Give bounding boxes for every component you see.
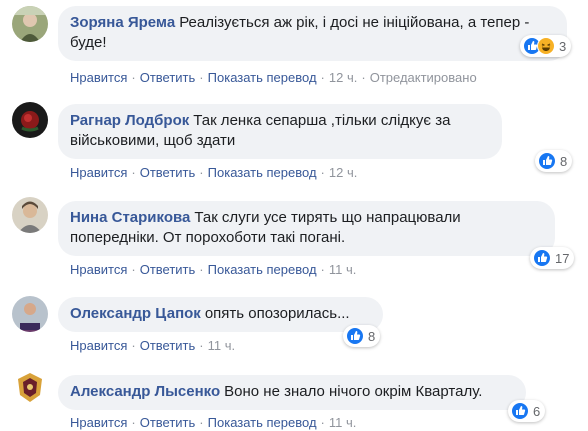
reply-button[interactable]: Ответить: [140, 262, 196, 277]
like-icon: [538, 152, 556, 170]
reaction-summary[interactable]: 8: [535, 150, 573, 172]
reaction-summary[interactable]: 3: [520, 35, 572, 57]
comment-author[interactable]: Нина Старикова: [70, 209, 190, 226]
like-button[interactable]: Нравится: [70, 338, 127, 353]
like-icon: [346, 327, 364, 345]
comment-author[interactable]: Рагнар Лодброк: [70, 112, 189, 129]
like-icon: [511, 402, 529, 420]
comment-bubble: Олександр Цапок опять опозорилась...: [58, 297, 383, 332]
translate-button[interactable]: Показать перевод: [208, 165, 317, 180]
avatar[interactable]: [12, 102, 48, 138]
reply-button[interactable]: Ответить: [140, 165, 196, 180]
avatar[interactable]: [12, 6, 48, 42]
timestamp[interactable]: 11 ч.: [208, 338, 236, 353]
comment-text: Воно не знало нічого окрім Кварталу.: [224, 383, 483, 400]
comment-bubble: Нина Старикова Так слуги усе тирять що на…: [58, 201, 555, 256]
translate-button[interactable]: Показать перевод: [208, 415, 317, 430]
like-button[interactable]: Нравится: [70, 70, 127, 85]
reaction-count: 17: [555, 250, 570, 266]
edited-label[interactable]: Отредактировано: [370, 70, 477, 85]
comment-actions: Нравится · Ответить · Показать перевод · 11 ч.: [70, 415, 357, 430]
comment-author[interactable]: Зоряна Ярема: [70, 14, 175, 31]
comment-bubble: Александр Лысенко Воно не знало нічого ок…: [58, 375, 526, 410]
translate-button[interactable]: Показать перевод: [208, 262, 317, 277]
reaction-summary[interactable]: 8: [343, 325, 381, 347]
timestamp[interactable]: 11 ч.: [329, 415, 357, 430]
comment-actions: Нравится · Ответить · Показать перевод · 12 ч.…: [70, 70, 477, 85]
comment-bubble: Зоряна Ярема Реалізується аж рік, і досі …: [58, 6, 567, 61]
comment-actions: Нравится · Ответить · 11 ч.: [70, 338, 236, 353]
reaction-count: 6: [533, 403, 541, 419]
timestamp[interactable]: 12 ч.: [329, 165, 357, 180]
like-button[interactable]: Нравится: [70, 165, 127, 180]
comments-thread: Зоряна Ярема Реалізується аж рік, і досі …: [0, 0, 588, 431]
reply-button[interactable]: Ответить: [140, 338, 196, 353]
timestamp[interactable]: 12 ч.: [329, 70, 357, 85]
reaction-count: 8: [560, 153, 568, 169]
comment-actions: Нравится · Ответить · Показать перевод · 12 ч.: [70, 165, 358, 180]
comment-bubble: Рагнар Лодброк Так ленка сепарша ,тільки …: [58, 104, 502, 159]
avatar[interactable]: [12, 369, 48, 405]
avatar[interactable]: [12, 197, 48, 233]
haha-icon: [537, 37, 555, 55]
reaction-count: 3: [559, 38, 567, 54]
comment-author[interactable]: Александр Лысенко: [70, 383, 220, 400]
comment-author[interactable]: Олександр Цапок: [70, 305, 201, 322]
avatar[interactable]: [12, 296, 48, 332]
reply-button[interactable]: Ответить: [140, 415, 196, 430]
reply-button[interactable]: Ответить: [140, 70, 196, 85]
reaction-summary[interactable]: 17: [530, 247, 575, 269]
reaction-summary[interactable]: 6: [508, 400, 546, 422]
like-icon: [533, 249, 551, 267]
reaction-count: 8: [368, 328, 376, 344]
comment-text: опять опозорилась...: [204, 305, 350, 322]
comment-actions: Нравится · Ответить · Показать перевод · 11 ч.: [70, 262, 357, 277]
translate-button[interactable]: Показать перевод: [208, 70, 317, 85]
like-button[interactable]: Нравится: [70, 262, 127, 277]
timestamp[interactable]: 11 ч.: [329, 262, 357, 277]
like-button[interactable]: Нравится: [70, 415, 127, 430]
